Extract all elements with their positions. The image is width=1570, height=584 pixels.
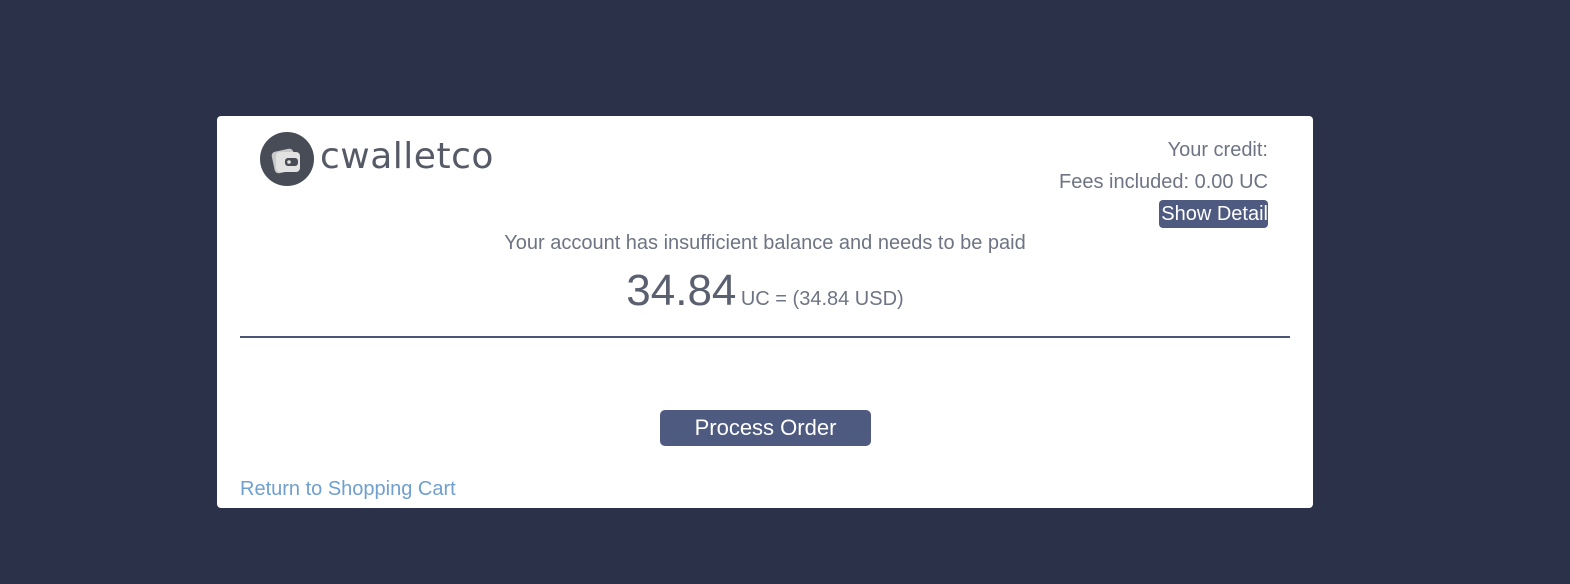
amount-conversion: UC = (34.84 USD) [740,288,904,310]
insufficient-balance-message: Your account has insufficient balance an… [504,232,1026,254]
show-detail-button[interactable]: Show Detail [1159,200,1268,228]
process-order-button[interactable]: Process Order [660,410,871,446]
wallet-icon [260,132,314,186]
amount-row: 34.84 UC = (34.84 USD) [217,266,1313,316]
amount-value: 34.84 [626,266,737,315]
credit-summary: Your credit: Fees included: 0.00 UC Show… [1059,134,1268,230]
brand-logo: cwalletco [260,131,494,187]
divider [240,336,1290,338]
fees-included: Fees included: 0.00 UC [1058,171,1268,193]
credit-label: Your credit: [1167,139,1268,161]
brand-name: cwalletco [320,136,494,177]
payment-card: cwalletco Your credit: Fees included: 0.… [217,116,1313,508]
return-to-cart-link[interactable]: Return to Shopping Cart [240,478,456,501]
